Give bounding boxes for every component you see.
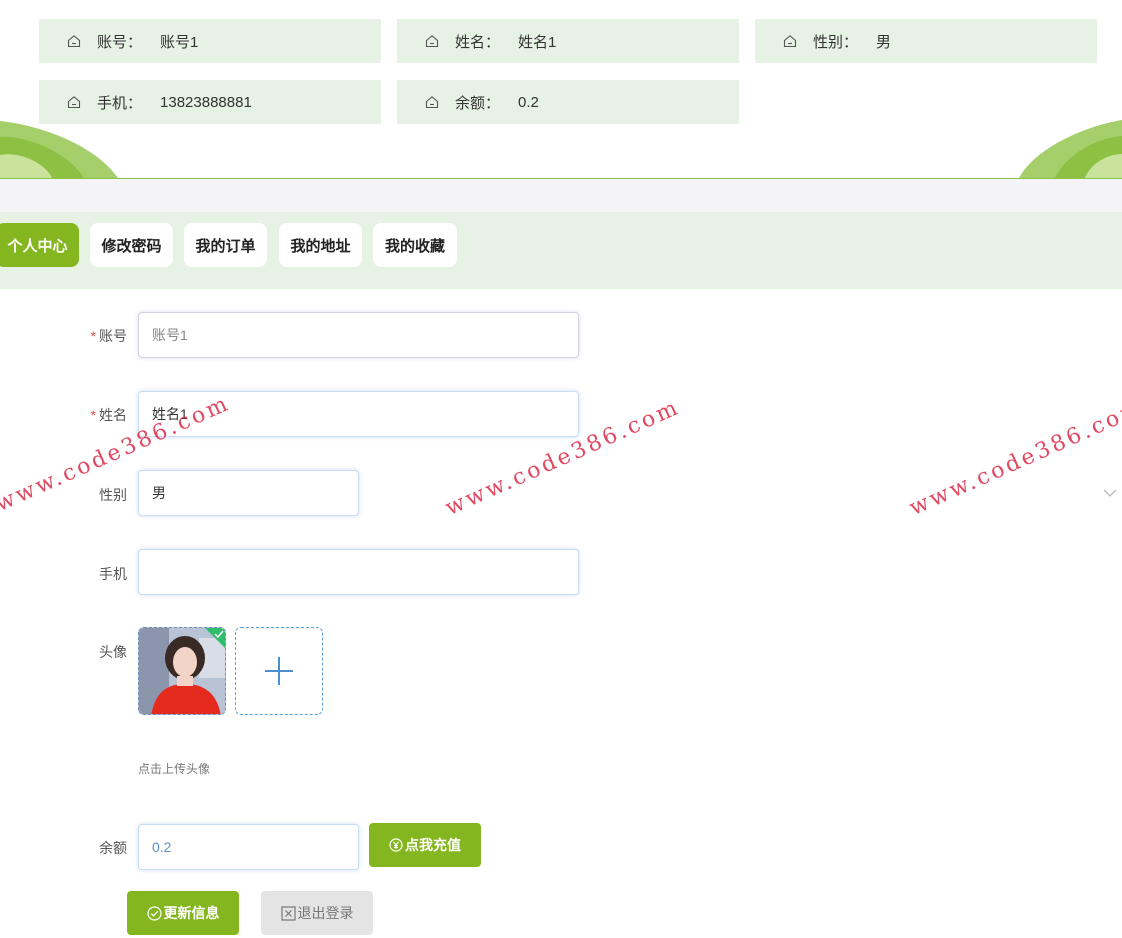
account-input[interactable]: 账号1	[138, 312, 579, 358]
recharge-button-label: 点我充值	[405, 837, 461, 853]
tab-my-orders[interactable]: 我的订单	[184, 223, 267, 267]
avatar-upload-button[interactable]	[235, 627, 323, 715]
gray-band	[0, 179, 1122, 213]
home-icon	[783, 35, 797, 48]
phone-input[interactable]	[138, 549, 579, 595]
leaf-decoration-right	[1019, 120, 1122, 178]
info-value: 账号1	[160, 33, 199, 51]
tab-my-address[interactable]: 我的地址	[279, 223, 362, 267]
info-card-name: 姓名： 姓名1	[397, 19, 739, 63]
gender-select[interactable]: 男	[138, 470, 359, 516]
info-value: 0.2	[518, 93, 539, 111]
home-icon	[425, 96, 439, 109]
home-icon	[67, 35, 81, 48]
close-square-icon	[280, 905, 296, 921]
recharge-button[interactable]: 点我充值	[369, 823, 481, 867]
leaf-decoration-left	[0, 121, 118, 178]
tab-my-favorites[interactable]: 我的收藏	[373, 223, 457, 267]
info-value: 13823888881	[160, 93, 252, 111]
tab-change-password[interactable]: 修改密码	[90, 223, 173, 267]
required-mark: *	[90, 407, 96, 423]
required-mark: *	[90, 328, 96, 344]
check-circle-icon	[146, 905, 162, 921]
info-label: 余额：	[455, 94, 501, 112]
name-input[interactable]: 姓名1	[138, 391, 579, 437]
info-card-balance: 余额： 0.2	[397, 80, 739, 124]
avatar-upload-hint: 点击上传头像	[138, 762, 211, 776]
phone-label: 手机	[99, 566, 127, 582]
info-label: 姓名：	[455, 33, 501, 51]
home-icon	[67, 96, 81, 109]
gender-label: 性别	[99, 487, 127, 503]
logout-button[interactable]: 退出登录	[261, 891, 373, 935]
info-card-gender: 性别： 男	[755, 19, 1097, 63]
avatar-photo	[139, 628, 225, 714]
info-card-account: 账号： 账号1	[39, 19, 381, 63]
account-label: * 账号	[67, 326, 127, 346]
yen-circle-icon	[389, 838, 403, 852]
watermark: www.code386.com	[905, 394, 1122, 521]
chevron-down-icon	[1103, 489, 1117, 497]
avatar-label: 头像	[99, 644, 127, 660]
info-label: 手机：	[97, 94, 143, 112]
tab-personal-center[interactable]: 个人中心	[0, 223, 79, 267]
balance-label: 余额	[99, 840, 127, 856]
info-value: 姓名1	[518, 33, 557, 51]
info-label: 账号：	[97, 33, 143, 51]
info-label: 性别：	[813, 33, 859, 51]
update-info-button-label: 更新信息	[163, 905, 220, 921]
account-label-text: 账号	[99, 328, 127, 344]
logout-button-label: 退出登录	[297, 905, 354, 921]
balance-input[interactable]: 0.2	[138, 824, 359, 870]
home-icon	[425, 35, 439, 48]
info-value: 男	[876, 33, 892, 51]
name-label-text: 姓名	[99, 407, 127, 423]
plus-icon	[265, 657, 293, 685]
update-info-button[interactable]: 更新信息	[127, 891, 239, 935]
avatar-image[interactable]	[138, 627, 226, 715]
name-label: * 姓名	[67, 405, 127, 425]
